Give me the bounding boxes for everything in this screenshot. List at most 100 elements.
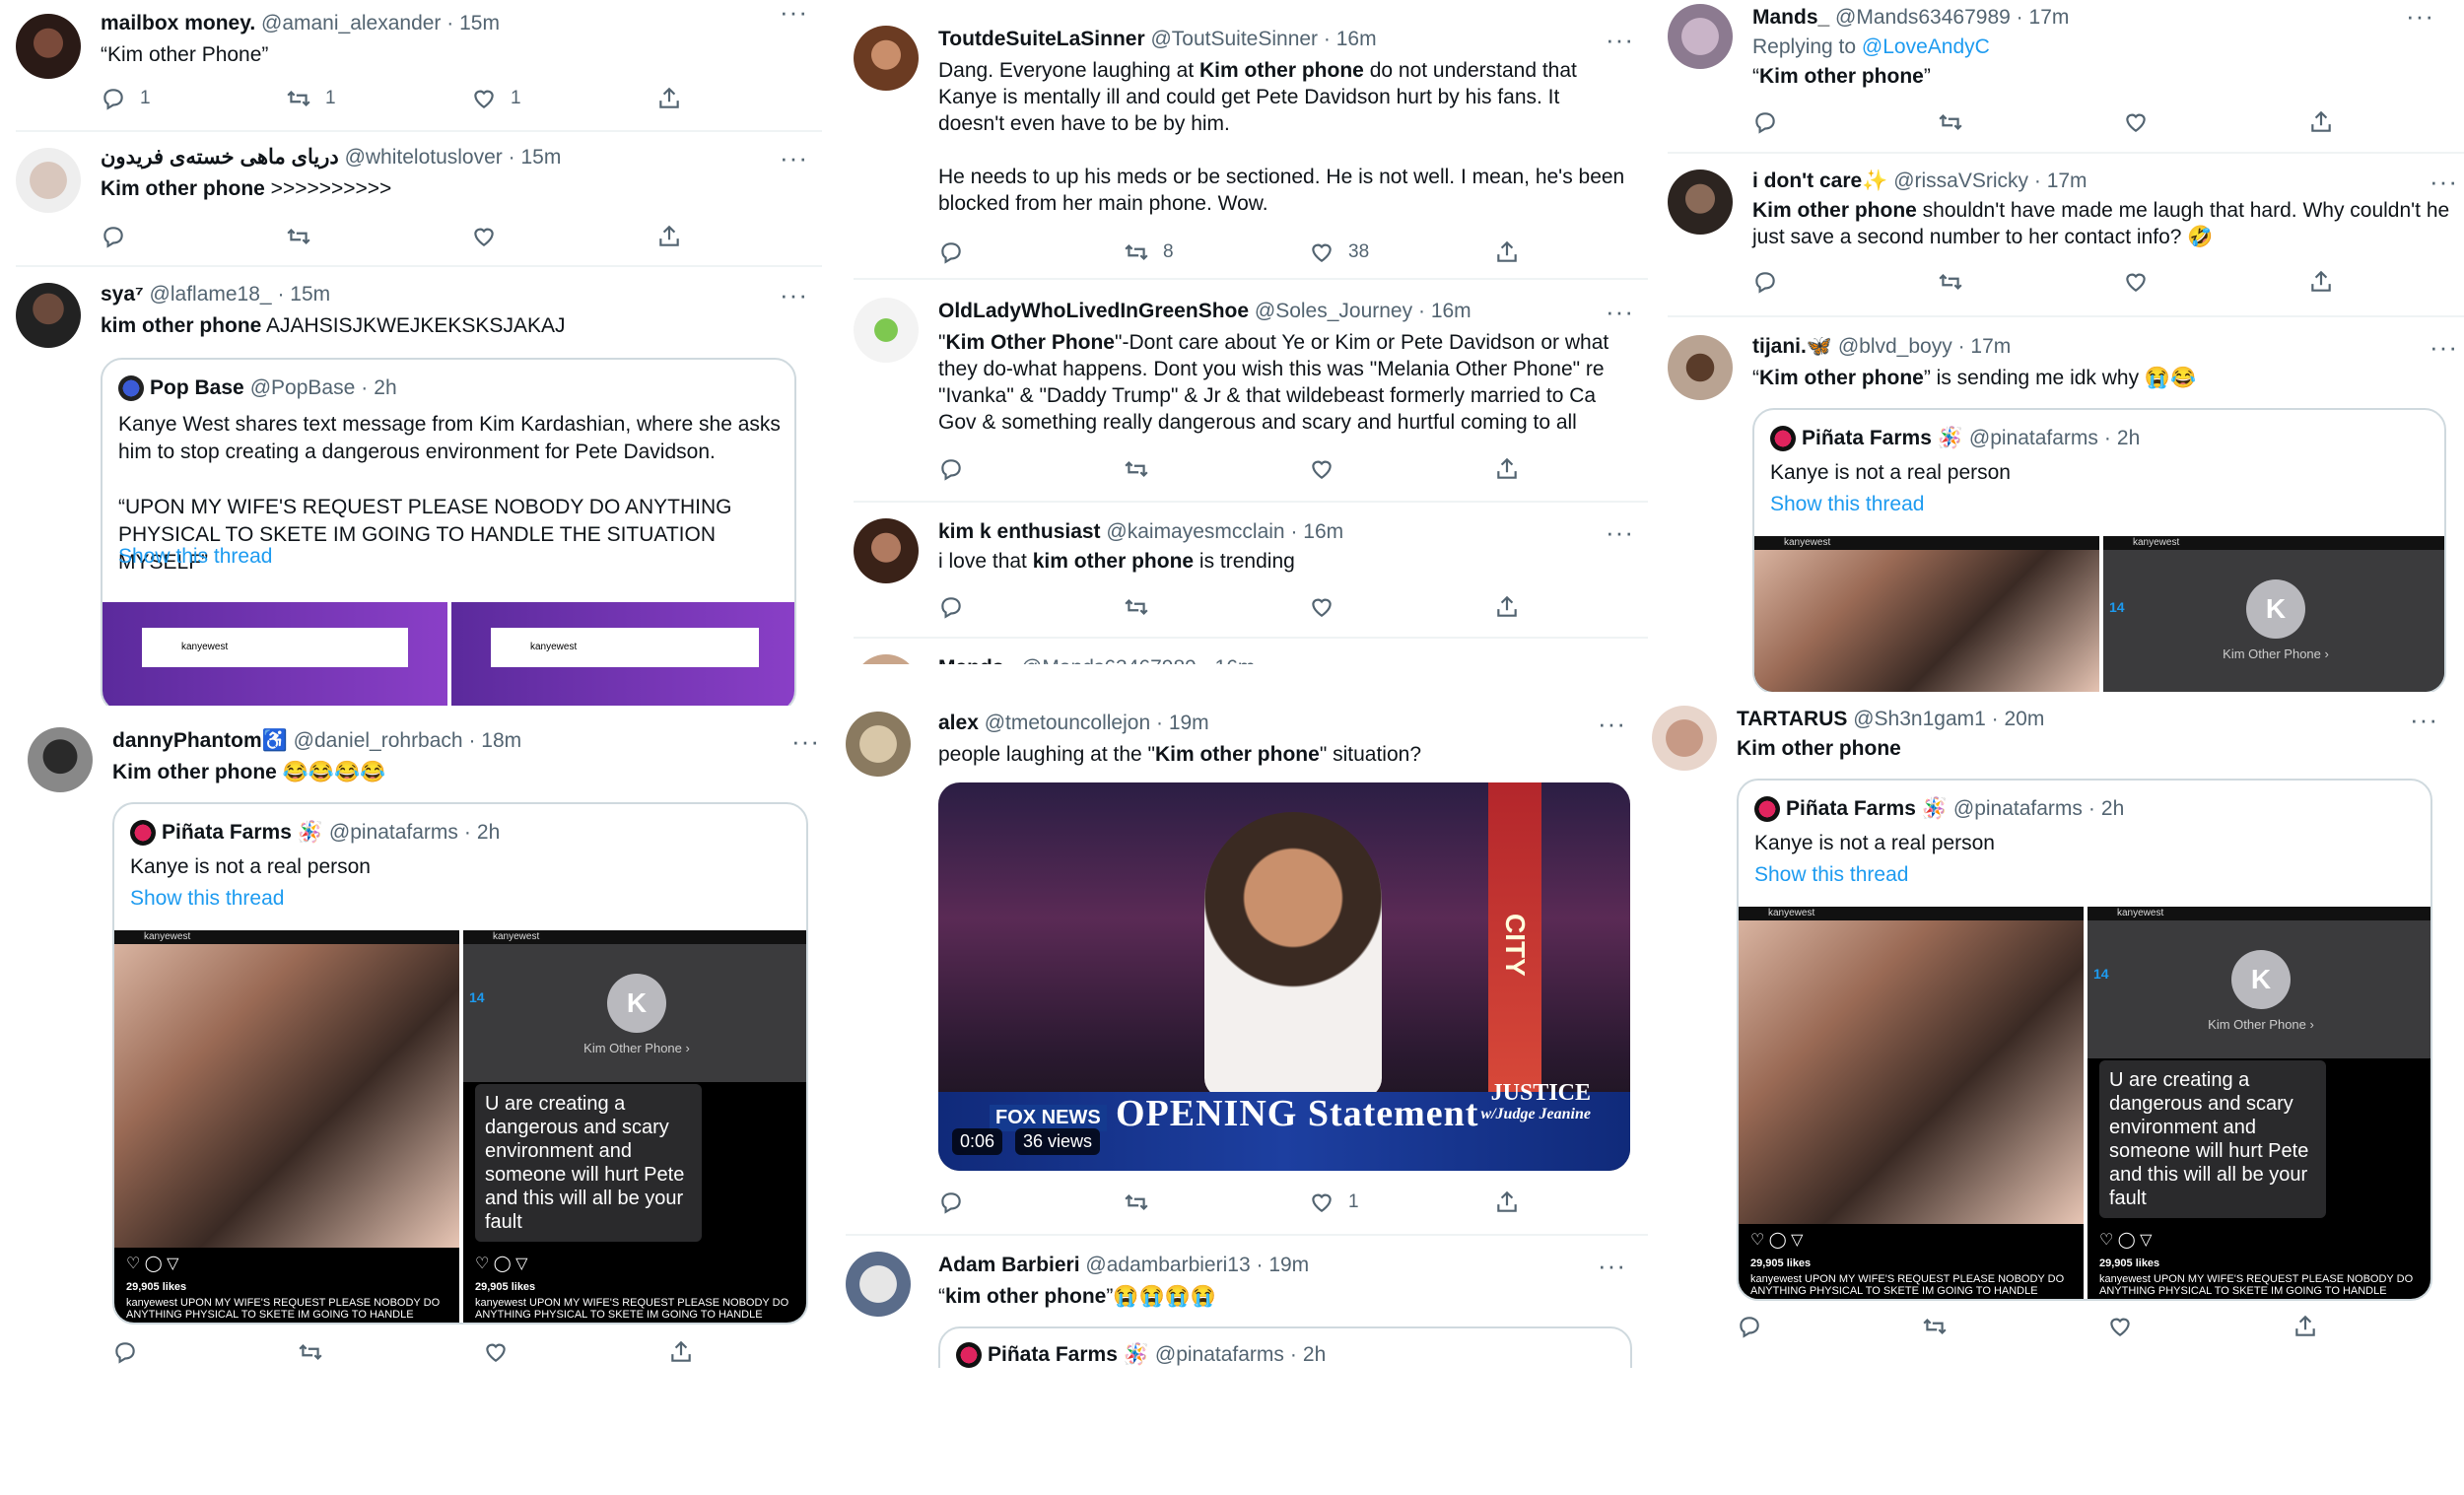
timestamp[interactable]: 18m	[481, 729, 521, 752]
handle[interactable]: @adambarbieri13	[1085, 1254, 1250, 1276]
handle[interactable]: @kaimayesmcclain	[1106, 520, 1284, 543]
quoted-tweet[interactable]: Piñata Farms 🪅 @pinatafarms · 2h Kanye i…	[1752, 408, 2446, 692]
quote-display-name[interactable]: Piñata Farms 🪅	[988, 1343, 1149, 1367]
reply-button[interactable]	[101, 221, 126, 252]
handle[interactable]: @blvd_boyy	[1838, 335, 1952, 358]
handle[interactable]: @ToutSuiteSinner	[1150, 28, 1318, 50]
like-button[interactable]	[2123, 106, 2149, 138]
retweet-button[interactable]	[1124, 591, 1149, 623]
tweet[interactable]: mailbox money. @amani_alexander · 15m ··…	[16, 0, 822, 132]
quote-media-image[interactable]: kanyewest ♡ ◯ ▽ 29,905 likes kanyewest U…	[114, 930, 459, 1323]
more-icon[interactable]: ···	[791, 727, 820, 755]
quote-display-name[interactable]: Piñata Farms 🪅	[1786, 797, 1948, 821]
share-button[interactable]	[1494, 237, 1520, 268]
retweet-button[interactable]	[286, 221, 311, 252]
avatar[interactable]	[1652, 706, 1717, 771]
display-name[interactable]: Adam Barbieri	[938, 1254, 1080, 1276]
timestamp[interactable]: 17m	[2047, 170, 2088, 192]
avatar[interactable]	[846, 712, 911, 777]
quote-media-image[interactable]: kanyewest 14 K Kim Other Phone › U are c…	[2088, 907, 2430, 1299]
tweet[interactable]: Adam Barbieri @adambarbieri13 · 19m ··· …	[846, 1236, 1648, 1368]
avatar[interactable]	[854, 518, 919, 583]
timestamp[interactable]: 16m	[1303, 520, 1343, 543]
like-button[interactable]	[2107, 1311, 2133, 1342]
display-name[interactable]: Mands_	[938, 656, 1015, 664]
quote-media-image[interactable]: kanyewest 14 K Kim Other Phone ›	[2103, 536, 2444, 692]
quoted-tweet[interactable]: Piñata Farms 🪅 @pinatafarms · 2h Kanye i…	[112, 802, 808, 1325]
handle[interactable]: @laflame18_	[150, 283, 272, 306]
reply-button[interactable]	[938, 1187, 964, 1218]
more-icon[interactable]: ···	[780, 281, 808, 308]
like-button[interactable]	[483, 1336, 509, 1368]
retweet-button[interactable]	[298, 1336, 323, 1368]
quote-timestamp[interactable]: 2h	[1303, 1343, 1326, 1367]
tweet[interactable]: OldLadyWhoLivedInGreenShoe @Soles_Journe…	[854, 280, 1648, 503]
more-icon[interactable]: ···	[1606, 654, 1634, 664]
like-button[interactable]	[471, 221, 497, 252]
display-name[interactable]: tijani.🦋	[1752, 335, 1832, 358]
reply-to-mention[interactable]: @LoveAndyC	[1862, 35, 1990, 58]
share-button[interactable]	[2308, 266, 2334, 298]
display-name[interactable]: TARTARUS	[1737, 708, 1847, 730]
quote-media-image[interactable]: kanyewest	[1754, 536, 2099, 692]
tweet[interactable]: kim k enthusiast @kaimayesmcclain · 16m …	[854, 503, 1648, 639]
reply-button[interactable]	[1737, 1311, 1762, 1342]
reply-button[interactable]	[938, 237, 964, 268]
retweet-button[interactable]	[1124, 1187, 1149, 1218]
display-name[interactable]: kim k enthusiast	[938, 520, 1101, 543]
display-name[interactable]: Mands_	[1752, 6, 1829, 29]
tweet-truncated[interactable]: Mands_ @Mands63467989 · 16m ···	[854, 639, 1648, 664]
more-icon[interactable]: ···	[2406, 2, 2434, 30]
quote-display-name[interactable]: Piñata Farms 🪅	[1802, 427, 1963, 450]
reply-button[interactable]	[1752, 266, 1778, 298]
handle[interactable]: @Sh3n1gam1	[1853, 708, 1986, 730]
quote-timestamp[interactable]: 2h	[2101, 797, 2124, 821]
quote-media-image[interactable]: kanyewest	[103, 602, 447, 706]
quoted-tweet[interactable]: Pop Base @PopBase · 2h Kanye West shares…	[101, 358, 796, 706]
tweet[interactable]: sya⁷ @laflame18_ · 15m ··· kim other pho…	[16, 267, 822, 706]
timestamp[interactable]: 15m	[520, 146, 561, 169]
timestamp[interactable]: 17m	[2029, 6, 2070, 29]
avatar[interactable]	[16, 283, 81, 348]
display-name[interactable]: i don't care✨	[1752, 170, 1887, 192]
quoted-tweet[interactable]: Piñata Farms 🪅 @pinatafarms · 2h Kanye i…	[1737, 779, 2432, 1301]
more-icon[interactable]: ···	[1606, 518, 1634, 546]
show-thread-link[interactable]: Show this thread	[118, 545, 272, 569]
handle[interactable]: @Soles_Journey	[1255, 300, 1412, 322]
quote-display-name[interactable]: Piñata Farms 🪅	[162, 821, 323, 845]
more-icon[interactable]: ···	[1598, 1252, 1626, 1279]
retweet-button[interactable]: 8	[1124, 237, 1174, 268]
tweet[interactable]: TARTARUS @Sh3n1gam1 · 20m ··· Kim other …	[1652, 692, 2464, 1358]
more-icon[interactable]: ···	[2430, 333, 2458, 361]
reply-button[interactable]: 1	[101, 83, 151, 114]
display-name[interactable]: alex	[938, 712, 979, 734]
like-button[interactable]	[2123, 266, 2149, 298]
like-button[interactable]: 1	[471, 83, 521, 114]
tweet[interactable]: i don't care✨ @rissaVSricky · 17m ··· Ki…	[1668, 154, 2464, 317]
more-icon[interactable]: ···	[1598, 710, 1626, 737]
timestamp[interactable]: 16m	[1215, 656, 1256, 664]
retweet-button[interactable]	[1938, 266, 1963, 298]
more-icon[interactable]: ···	[2410, 706, 2438, 733]
handle[interactable]: @whitelotuslover	[345, 146, 503, 169]
share-button[interactable]	[1494, 453, 1520, 485]
quote-handle[interactable]: @pinatafarms	[329, 821, 458, 845]
timestamp[interactable]: 15m	[459, 12, 500, 34]
avatar[interactable]	[846, 1252, 911, 1317]
more-icon[interactable]: ···	[2430, 168, 2458, 195]
retweet-button[interactable]	[1922, 1311, 1948, 1342]
show-thread-link[interactable]: Show this thread	[1754, 863, 1908, 887]
timestamp[interactable]: 17m	[1970, 335, 2011, 358]
reply-button[interactable]	[938, 591, 964, 623]
tweet[interactable]: dannyPhantom♿ @daniel_rohrbach · 18m ···…	[28, 706, 822, 1386]
more-icon[interactable]: ···	[780, 0, 808, 26]
tweet[interactable]: Mands_ @Mands63467989 · 17m ··· Replying…	[1668, 0, 2464, 154]
quote-display-name[interactable]: Pop Base	[150, 376, 244, 400]
handle[interactable]: @tmetouncollejon	[985, 712, 1150, 734]
timestamp[interactable]: 15m	[290, 283, 330, 306]
display-name[interactable]: OldLadyWhoLivedInGreenShoe	[938, 300, 1249, 322]
handle[interactable]: @daniel_rohrbach	[294, 729, 463, 752]
timestamp[interactable]: 16m	[1431, 300, 1472, 322]
share-button[interactable]	[2308, 106, 2334, 138]
avatar[interactable]	[16, 14, 81, 79]
